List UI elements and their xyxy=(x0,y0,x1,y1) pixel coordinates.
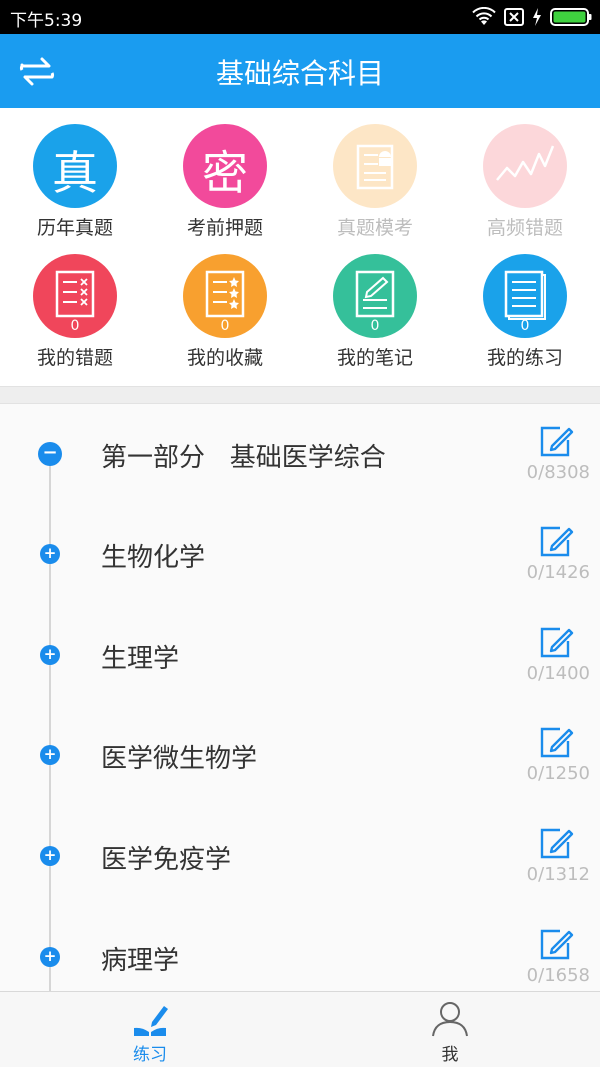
expand-icon[interactable]: + xyxy=(40,947,60,967)
grid-item-label: 考前押题 xyxy=(186,217,263,239)
trend-chart-icon xyxy=(483,124,567,208)
list-item[interactable]: + 病理学 0/1658 xyxy=(0,907,600,992)
list-item[interactable]: − 第一部分 基础医学综合 0/8308 xyxy=(0,404,600,504)
chapter-progress: 0/1312 xyxy=(526,864,590,885)
status-time: 下午5:39 xyxy=(10,11,83,31)
collapse-icon[interactable]: − xyxy=(38,442,62,466)
wifi-icon xyxy=(472,7,496,25)
grid-item-my-notes[interactable]: 0 我的笔记 xyxy=(300,238,450,369)
practice-book-icon: 0 xyxy=(483,254,567,338)
app-screen: 下午5:39 基础综合科目 真 历年真题 密 考前押题 真题模考 高频错题 0 … xyxy=(0,0,600,1067)
chapter-name: 医学免疫学 xyxy=(101,845,232,875)
list-item[interactable]: + 生理学 0/1400 xyxy=(0,605,600,705)
chapter-progress: 0/8308 xyxy=(526,462,590,483)
grid-item-label: 我的笔记 xyxy=(336,347,413,369)
grid-item-label: 历年真题 xyxy=(36,217,113,239)
grid-item-my-favorites[interactable]: 0 我的收藏 xyxy=(150,238,300,369)
chapter-name: 病理学 xyxy=(101,946,180,976)
feature-grid: 真 历年真题 密 考前押题 真题模考 高频错题 0 我的错题 0 我的收藏 0 … xyxy=(0,108,600,386)
chapter-name: 生理学 xyxy=(101,644,180,674)
edit-icon[interactable] xyxy=(538,424,574,458)
chapter-name: 第一部分 基础医学综合 xyxy=(101,443,386,473)
notes-icon: 0 xyxy=(333,254,417,338)
grid-item-label: 我的练习 xyxy=(486,347,563,369)
expand-icon[interactable]: + xyxy=(40,645,60,665)
grid-item-my-practice[interactable]: 0 我的练习 xyxy=(450,238,600,369)
grid-item-predicted-questions[interactable]: 密 考前押题 xyxy=(150,108,300,239)
android-exam-icon xyxy=(333,124,417,208)
person-icon xyxy=(432,1002,468,1037)
favorites-count: 0 xyxy=(220,318,230,334)
expand-icon[interactable]: + xyxy=(40,745,60,765)
notes-count: 0 xyxy=(370,318,380,334)
chapter-name: 生物化学 xyxy=(101,543,206,573)
battery-icon xyxy=(550,8,592,26)
grid-item-label: 真题模考 xyxy=(336,217,413,239)
mistakes-list-icon: 0 xyxy=(33,254,117,338)
chapter-progress: 0/1250 xyxy=(526,763,590,784)
past-papers-icon: 真 xyxy=(33,124,117,208)
mistakes-count: 0 xyxy=(70,318,80,334)
grid-item-past-papers[interactable]: 真 历年真题 xyxy=(0,108,150,239)
chapter-progress: 0/1426 xyxy=(526,562,590,583)
edit-icon[interactable] xyxy=(538,625,574,659)
page-title: 基础综合科目 xyxy=(215,57,384,90)
grid-item-frequent-errors[interactable]: 高频错题 xyxy=(450,108,600,239)
status-bar: 下午5:39 xyxy=(0,0,600,34)
chapter-list: − 第一部分 基础医学综合 0/8308 + 生物化学 0/1426 + 生理学 xyxy=(0,404,600,992)
chapter-progress: 0/1658 xyxy=(526,965,590,986)
sim-off-icon xyxy=(504,8,524,26)
pencil-book-icon xyxy=(134,1006,168,1036)
tab-label: 练习 xyxy=(133,1045,167,1065)
grid-item-label: 我的错题 xyxy=(36,347,113,369)
secret-icon: 密 xyxy=(183,124,267,208)
edit-icon[interactable] xyxy=(538,524,574,558)
bottom-nav: 练习 我 xyxy=(0,991,600,1067)
expand-icon[interactable]: + xyxy=(40,544,60,564)
chapter-name: 医学微生物学 xyxy=(101,744,258,774)
favorites-list-icon: 0 xyxy=(183,254,267,338)
edit-icon[interactable] xyxy=(538,927,574,961)
grid-item-my-mistakes[interactable]: 0 我的错题 xyxy=(0,238,150,369)
practice-count: 0 xyxy=(520,318,530,334)
tab-me[interactable]: 我 xyxy=(300,992,600,1067)
list-item[interactable]: + 医学免疫学 0/1312 xyxy=(0,806,600,906)
tab-practice[interactable]: 练习 xyxy=(0,992,300,1067)
list-item[interactable]: + 医学微生物学 0/1250 xyxy=(0,705,600,805)
edit-icon[interactable] xyxy=(538,725,574,759)
expand-icon[interactable]: + xyxy=(40,846,60,866)
list-item[interactable]: + 生物化学 0/1426 xyxy=(0,504,600,604)
tab-label: 我 xyxy=(441,1045,459,1065)
charging-icon xyxy=(533,8,541,26)
status-icons xyxy=(472,5,592,29)
edit-icon[interactable] xyxy=(538,826,574,860)
chapter-progress: 0/1400 xyxy=(526,663,590,684)
grid-item-mock-exam[interactable]: 真题模考 xyxy=(300,108,450,239)
section-divider xyxy=(0,386,600,404)
grid-item-label: 高频错题 xyxy=(486,217,563,239)
grid-item-label: 我的收藏 xyxy=(186,347,263,369)
app-header: 基础综合科目 xyxy=(0,34,600,108)
